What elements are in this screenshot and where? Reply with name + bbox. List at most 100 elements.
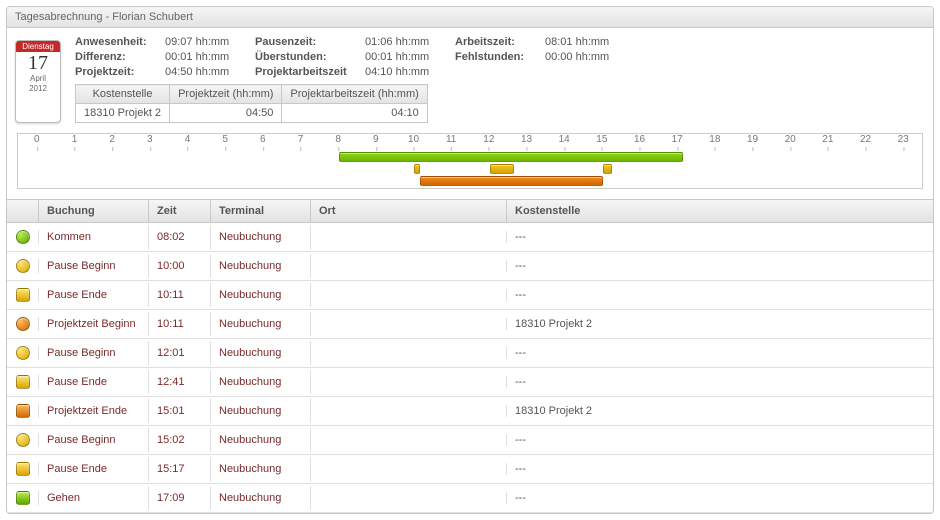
cell-booking: Projektzeit Ende — [39, 399, 149, 423]
grid-header-cc[interactable]: Kostenstelle — [507, 200, 933, 222]
timeline-tick: 3 — [147, 134, 153, 145]
cc-header-pz[interactable]: Projektzeit (hh:mm) — [170, 85, 282, 104]
cell-costcenter: --- — [507, 486, 933, 510]
timeline-container: 01234567891011121314151617181920212223 — [7, 127, 933, 199]
bookings-grid: Buchung Zeit Terminal Ort Kostenstelle K… — [7, 199, 933, 513]
timeline-bar-orange — [420, 176, 602, 186]
cell-ort — [311, 434, 507, 446]
cell-costcenter: --- — [507, 370, 933, 394]
grid-header-terminal[interactable]: Terminal — [211, 200, 311, 222]
cell-icon — [7, 317, 39, 331]
table-row[interactable]: Pause Beginn12:01Neubuchung--- — [7, 339, 933, 368]
cell-ort — [311, 231, 507, 243]
cc-cell-cc: 18310 Projekt 2 — [76, 104, 170, 123]
status-dot-yellow-icon — [16, 259, 30, 273]
cell-time: 12:41 — [149, 370, 211, 394]
table-row[interactable]: Pause Ende12:41Neubuchung--- — [7, 368, 933, 397]
cell-costcenter: --- — [507, 428, 933, 452]
timeline-tick: 12 — [483, 134, 494, 145]
cell-booking: Pause Ende — [39, 457, 149, 481]
calendar-icon: Dienstag 17 April 2012 — [15, 40, 61, 123]
grid-header-booking[interactable]: Buchung — [39, 200, 149, 222]
value-anwesenheit: 09:07 hh:mm — [165, 36, 255, 48]
table-row[interactable]: Gehen17:09Neubuchung--- — [7, 484, 933, 513]
cell-ort — [311, 405, 507, 417]
cell-terminal: Neubuchung — [211, 312, 311, 336]
timeline-tick: 8 — [335, 134, 341, 145]
cell-time: 10:11 — [149, 312, 211, 336]
timeline-tick: 23 — [898, 134, 909, 145]
table-row[interactable]: Projektzeit Beginn10:11Neubuchung18310 P… — [7, 310, 933, 339]
cell-costcenter: 18310 Projekt 2 — [507, 399, 933, 423]
cell-booking: Pause Beginn — [39, 341, 149, 365]
timeline-tick: 2 — [109, 134, 115, 145]
cell-time: 15:01 — [149, 399, 211, 423]
timeline-tick: 17 — [672, 134, 683, 145]
status-square-orange-icon — [16, 404, 30, 418]
timeline-bar-green — [339, 152, 683, 162]
timeline-tick: 1 — [72, 134, 78, 145]
cell-costcenter: --- — [507, 225, 933, 249]
status-dot-green-icon — [16, 230, 30, 244]
cell-costcenter: --- — [507, 254, 933, 278]
summary-area: Dienstag 17 April 2012 Anwesenheit: 09:0… — [7, 28, 933, 127]
cell-icon — [7, 404, 39, 418]
cell-icon — [7, 346, 39, 360]
status-square-yellow-icon — [16, 288, 30, 302]
timeline-tick: 21 — [822, 134, 833, 145]
cell-terminal: Neubuchung — [211, 254, 311, 278]
label-differenz: Differenz: — [75, 51, 165, 63]
timeline-tick: 16 — [634, 134, 645, 145]
cell-ort — [311, 289, 507, 301]
cell-time: 15:17 — [149, 457, 211, 481]
cc-header-paz[interactable]: Projektarbeitszeit (hh:mm) — [282, 85, 427, 104]
table-row[interactable]: Pause Ende15:17Neubuchung --- — [7, 455, 933, 484]
cell-time: 12:01 — [149, 341, 211, 365]
table-row[interactable]: Projektzeit Ende15:01Neubuchung 18310 Pro… — [7, 397, 933, 426]
cell-icon — [7, 462, 39, 476]
costcenter-table: Kostenstelle Projektzeit (hh:mm) Projekt… — [75, 84, 428, 123]
cell-booking: Pause Ende — [39, 283, 149, 307]
status-square-green-icon — [16, 491, 30, 505]
cell-icon — [7, 259, 39, 273]
status-square-yellow-icon — [16, 462, 30, 476]
cell-time: 10:11 — [149, 283, 211, 307]
summary-grid: Anwesenheit: 09:07 hh:mm Pausenzeit: 01:… — [75, 36, 925, 123]
daily-settlement-panel: Tagesabrechnung - Florian Schubert Diens… — [6, 6, 934, 514]
costcenter-row[interactable]: 18310 Projekt 204:5004:10 — [76, 104, 428, 123]
timeline-tick: 7 — [298, 134, 304, 145]
grid-header-time[interactable]: Zeit — [149, 200, 211, 222]
cell-time: 17:09 — [149, 486, 211, 510]
cell-icon — [7, 375, 39, 389]
cell-booking: Kommen — [39, 225, 149, 249]
cell-terminal: Neubuchung — [211, 370, 311, 394]
value-projektzeit: 04:50 hh:mm — [165, 66, 255, 78]
timeline-tick: 5 — [222, 134, 228, 145]
cell-ort — [311, 492, 507, 504]
label-arbeitszeit: Arbeitszeit: — [455, 36, 545, 48]
table-row[interactable]: Pause Ende10:11Neubuchung--- — [7, 281, 933, 310]
cell-terminal: Neubuchung — [211, 457, 311, 481]
cell-terminal: Neubuchung — [211, 486, 311, 510]
timeline-bar-yellow — [490, 164, 515, 174]
timeline-tick: 15 — [596, 134, 607, 145]
label-ueberstunden: Überstunden: — [255, 51, 365, 63]
cell-booking: Projektzeit Beginn — [39, 312, 149, 336]
status-dot-yellow-icon — [16, 346, 30, 360]
status-dot-yellow-icon — [16, 433, 30, 447]
cc-header-cc[interactable]: Kostenstelle — [76, 85, 170, 104]
cell-ort — [311, 463, 507, 475]
timeline-bar-yellow — [414, 164, 421, 174]
label-fehlstunden: Fehlstunden: — [455, 51, 545, 63]
cell-terminal: Neubuchung — [211, 399, 311, 423]
table-row[interactable]: Kommen08:02Neubuchung--- — [7, 223, 933, 252]
cell-terminal: Neubuchung — [211, 341, 311, 365]
cell-terminal: Neubuchung — [211, 283, 311, 307]
table-row[interactable]: Pause Beginn15:02Neubuchung--- — [7, 426, 933, 455]
cell-costcenter: --- — [507, 457, 933, 481]
calendar-month: April — [16, 74, 60, 84]
grid-header-ort[interactable]: Ort — [311, 200, 507, 222]
label-projektzeit: Projektzeit: — [75, 66, 165, 78]
table-row[interactable]: Pause Beginn10:00Neubuchung--- — [7, 252, 933, 281]
cell-ort — [311, 260, 507, 272]
